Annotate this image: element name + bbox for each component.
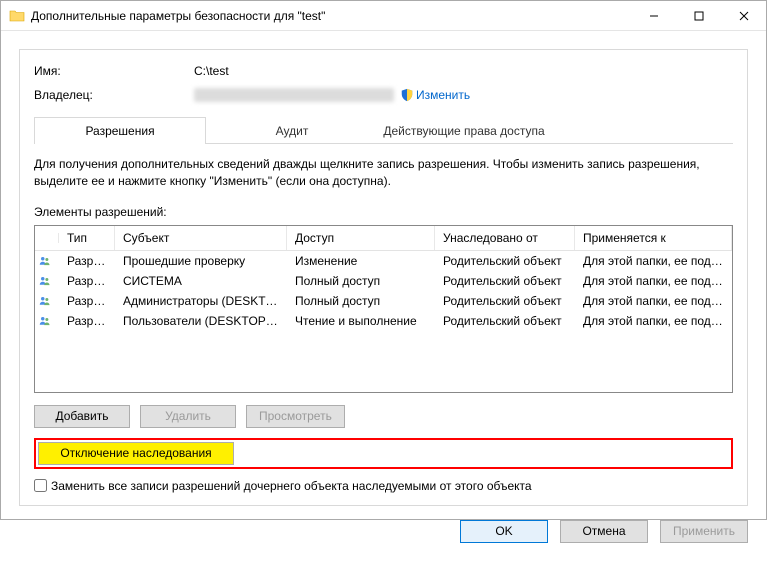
close-button[interactable] [721,1,766,30]
tab-strip: Разрешения Аудит Действующие права досту… [34,116,733,144]
cell-inherited: Родительский объект [435,292,575,310]
tab-audit[interactable]: Аудит [206,117,378,144]
col-inherited[interactable]: Унаследовано от [435,226,575,250]
add-button[interactable]: Добавить [34,405,130,428]
disable-inheritance-highlight: Отключение наследования [34,438,733,469]
users-icon [35,291,59,311]
cell-subject: Пользователи (DESKTOP-MO… [115,312,287,330]
minimize-button[interactable] [631,1,676,30]
cell-type: Разр… [59,312,115,330]
window-buttons [631,1,766,30]
replace-children-checkbox[interactable] [34,479,47,492]
cell-applies: Для этой папки, ее подпапок … [575,292,732,310]
col-type[interactable]: Тип [59,226,115,250]
dialog-footer: OK Отмена Применить [19,506,748,543]
cell-access: Изменение [287,252,435,270]
cell-applies: Для этой папки, ее подпапок … [575,272,732,290]
cell-access: Чтение и выполнение [287,312,435,330]
remove-button: Удалить [140,405,236,428]
list-button-row: Добавить Удалить Просмотреть [34,405,733,428]
cell-subject: СИСТЕМА [115,272,287,290]
col-subject[interactable]: Субъект [115,226,287,250]
cell-inherited: Родительский объект [435,312,575,330]
change-owner-link[interactable]: Изменить [416,88,470,102]
cell-access: Полный доступ [287,292,435,310]
table-row[interactable]: Разр…СИСТЕМАПолный доступРодительский об… [35,271,732,291]
owner-row: Владелец: Изменить [34,88,733,102]
list-header: Тип Субъект Доступ Унаследовано от Приме… [35,226,732,251]
table-row[interactable]: Разр…Прошедшие проверкуИзменениеРодитель… [35,251,732,271]
name-value: C:\test [194,64,229,78]
cell-type: Разр… [59,292,115,310]
permissions-list[interactable]: Тип Субъект Доступ Унаследовано от Приме… [34,225,733,393]
cell-applies: Для этой папки, ее подпапок … [575,252,732,270]
col-applies[interactable]: Применяется к [575,226,732,250]
col-access[interactable]: Доступ [287,226,435,250]
cell-applies: Для этой папки, ее подпапок … [575,312,732,330]
users-icon [35,271,59,291]
cell-type: Разр… [59,272,115,290]
users-icon [35,311,59,331]
view-button: Просмотреть [246,405,345,428]
titlebar: Дополнительные параметры безопасности дл… [1,1,766,31]
folder-icon [9,8,25,24]
owner-value-redacted [194,88,394,102]
apply-button: Применить [660,520,748,543]
permissions-list-label: Элементы разрешений: [34,205,733,219]
cell-subject: Прошедшие проверку [115,252,287,270]
table-row[interactable]: Разр…Пользователи (DESKTOP-MO…Чтение и в… [35,311,732,331]
cell-type: Разр… [59,252,115,270]
cell-subject: Администраторы (DESKTOP-… [115,292,287,310]
users-icon [35,251,59,271]
ok-button[interactable]: OK [460,520,548,543]
cell-inherited: Родительский объект [435,252,575,270]
cancel-button[interactable]: Отмена [560,520,648,543]
disable-inheritance-button[interactable]: Отключение наследования [38,442,234,465]
tab-effective-access[interactable]: Действующие права доступа [378,117,550,144]
window-title: Дополнительные параметры безопасности дл… [31,9,631,23]
security-dialog: Дополнительные параметры безопасности дл… [0,0,767,520]
shield-icon [400,88,414,102]
replace-children-label: Заменить все записи разрешений дочернего… [51,479,532,493]
name-row: Имя: C:\test [34,64,733,78]
owner-label: Владелец: [34,88,194,102]
maximize-button[interactable] [676,1,721,30]
cell-inherited: Родительский объект [435,272,575,290]
cell-access: Полный доступ [287,272,435,290]
name-label: Имя: [34,64,194,78]
tab-permissions[interactable]: Разрешения [34,117,206,144]
main-panel: Имя: C:\test Владелец: Изменить Разрешен… [19,49,748,506]
replace-children-row: Заменить все записи разрешений дочернего… [34,479,733,493]
dialog-content: Имя: C:\test Владелец: Изменить Разрешен… [1,31,766,561]
table-row[interactable]: Разр…Администраторы (DESKTOP-…Полный дос… [35,291,732,311]
permissions-hint: Для получения дополнительных сведений дв… [34,156,733,191]
